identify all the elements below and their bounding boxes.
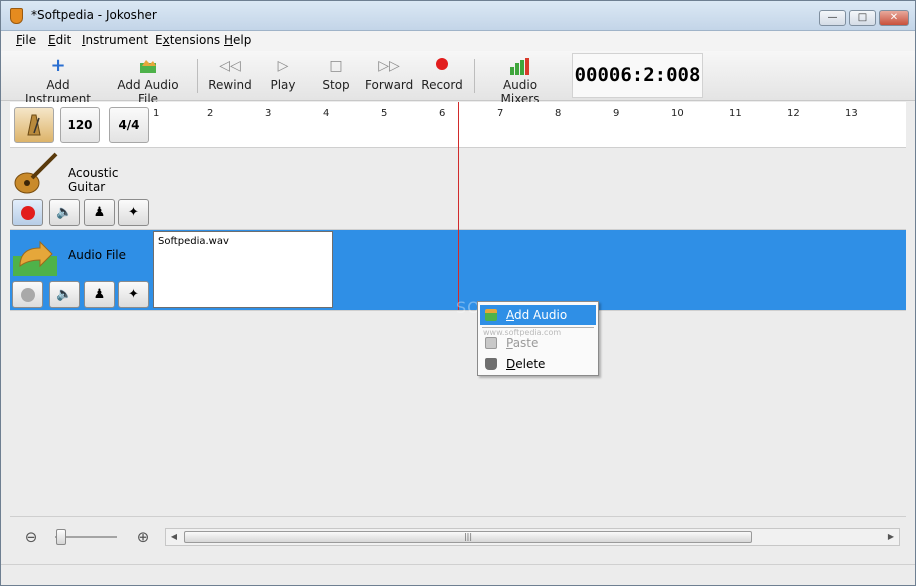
play-button[interactable]: ▷ Play [266,55,300,97]
forward-icon: ▷▷ [378,58,400,74]
title-bar[interactable]: *Softpedia - Jokosher — □ ✕ [1,1,915,31]
ruler-bar-number: 5 [381,108,388,119]
jokosher-window: *Softpedia - Jokosher — □ ✕ File Edit In… [0,0,916,586]
ruler-bar-number: 2 [207,108,214,119]
ruler-bar-number: 7 [497,108,504,119]
rewind-icon: ◁◁ [219,58,241,74]
scrollbar-thumb[interactable]: ||| [184,531,752,543]
metronome-button[interactable] [14,107,54,143]
menu-file[interactable]: File [16,33,36,47]
effects-button[interactable]: ✦ [118,281,149,308]
add-audio-file-button[interactable]: Add Audio File [108,55,188,106]
record-icon [20,206,36,225]
acoustic-guitar-icon [12,150,60,196]
stop-button[interactable]: □ Stop [319,55,353,97]
maximize-icon: □ [857,12,868,23]
ruler-bar-number: 3 [265,108,272,119]
tempo-button[interactable]: 120 [60,107,100,143]
record-arm-button[interactable] [12,199,43,226]
effects-button[interactable]: ✦ [118,199,149,226]
close-button[interactable]: ✕ [879,10,909,26]
ruler-bar-number: 4 [323,108,330,119]
horizontal-scrollbar[interactable]: ◀ ||| ▶ [165,528,900,546]
audio-mixers-icon [483,57,557,75]
menu-edit[interactable]: Edit [48,33,71,47]
zoom-slider-thumb[interactable] [56,529,66,545]
person-icon: ♟ [93,287,106,302]
scroll-right-icon[interactable]: ▶ [883,529,899,545]
forward-button[interactable]: ▷▷ Forward [365,55,413,97]
close-icon: ✕ [889,12,899,23]
ruler-bar-number: 1 [153,108,160,119]
audio-mixers-button[interactable]: Audio Mixers [483,55,557,106]
record-disabled-icon [20,288,36,307]
playhead[interactable] [458,102,459,310]
ruler-bar-number: 10 [671,108,684,119]
menu-bar: File Edit Instrument Extensions Help [1,31,915,51]
magic-wand-icon: ✦ [128,205,139,220]
ruler-bar-number: 6 [439,108,446,119]
rewind-button[interactable]: ◁◁ Rewind [207,55,253,97]
toolbar-separator [474,59,475,93]
menu-extensions[interactable]: Extensions [155,33,220,47]
scroll-left-icon[interactable]: ◀ [166,529,182,545]
bottom-bar: ⊖ ⊕ ◀ ||| ▶ [10,516,906,558]
delete-icon [485,358,497,370]
solo-button[interactable]: ♟ [84,199,115,226]
track-header: Acoustic Guitar 🔈 ♟ ✦ [10,148,153,229]
toolbar: + Add Instrument Add Audio File ◁◁ Rewin… [1,51,915,107]
zoom-in-icon[interactable]: ⊕ [134,528,152,546]
solo-button[interactable]: ♟ [84,281,115,308]
context-menu: Add Audio File... Paste Delete [477,301,599,376]
status-bar [1,564,915,585]
ruler-bar-number: 13 [845,108,858,119]
ruler-bar-number: 11 [729,108,742,119]
time-display: 00006:2:008 [572,53,703,98]
ruler-bar-number: 9 [613,108,620,119]
magic-wand-icon: ✦ [128,287,139,302]
time-signature-button[interactable]: 4/4 [109,107,149,143]
toolbar-separator [197,59,198,93]
empty-track-area[interactable] [10,311,906,515]
track-name[interactable]: Acoustic Guitar [68,166,153,194]
speaker-icon: 🔈 [56,205,73,220]
speaker-icon: 🔈 [56,287,73,302]
window-title: *Softpedia - Jokosher [31,8,157,22]
track-header: Audio File 🔈 ♟ ✦ [10,230,153,310]
stop-icon: □ [329,58,343,74]
add-audio-file-icon [485,309,497,321]
audio-clip[interactable]: Softpedia.wav [153,231,333,308]
watermark-url: www.softpedia.com [483,328,562,337]
metronome-icon [24,114,44,140]
maximize-button[interactable]: □ [849,10,876,26]
ruler-bar-number: 8 [555,108,562,119]
jokosher-app-icon [10,8,23,24]
track-name[interactable]: Audio File [68,248,126,262]
minimize-button[interactable]: — [819,10,846,26]
add-audio-file-icon [108,57,188,75]
menu-help[interactable]: Help [224,33,251,47]
mute-button[interactable]: 🔈 [49,199,80,226]
record-icon [421,57,463,75]
mute-button[interactable]: 🔈 [49,281,80,308]
add-instrument-button[interactable]: + Add Instrument [15,55,101,107]
record-arm-button[interactable] [12,281,43,308]
record-button[interactable]: Record [421,55,463,97]
clip-name: Softpedia.wav [158,236,229,247]
minimize-icon: — [827,12,838,23]
person-icon: ♟ [93,205,106,220]
play-icon: ▷ [277,58,289,74]
add-plus-icon: + [50,55,66,76]
ruler-bar-number: 12 [787,108,800,119]
menu-item-delete[interactable]: Delete [480,354,596,374]
zoom-out-icon[interactable]: ⊖ [22,528,40,546]
menu-item-add-audio-file[interactable]: Add Audio File... [480,305,596,342]
menu-instrument[interactable]: Instrument [82,33,148,47]
audio-file-icon [12,232,60,278]
paste-icon [485,337,497,349]
